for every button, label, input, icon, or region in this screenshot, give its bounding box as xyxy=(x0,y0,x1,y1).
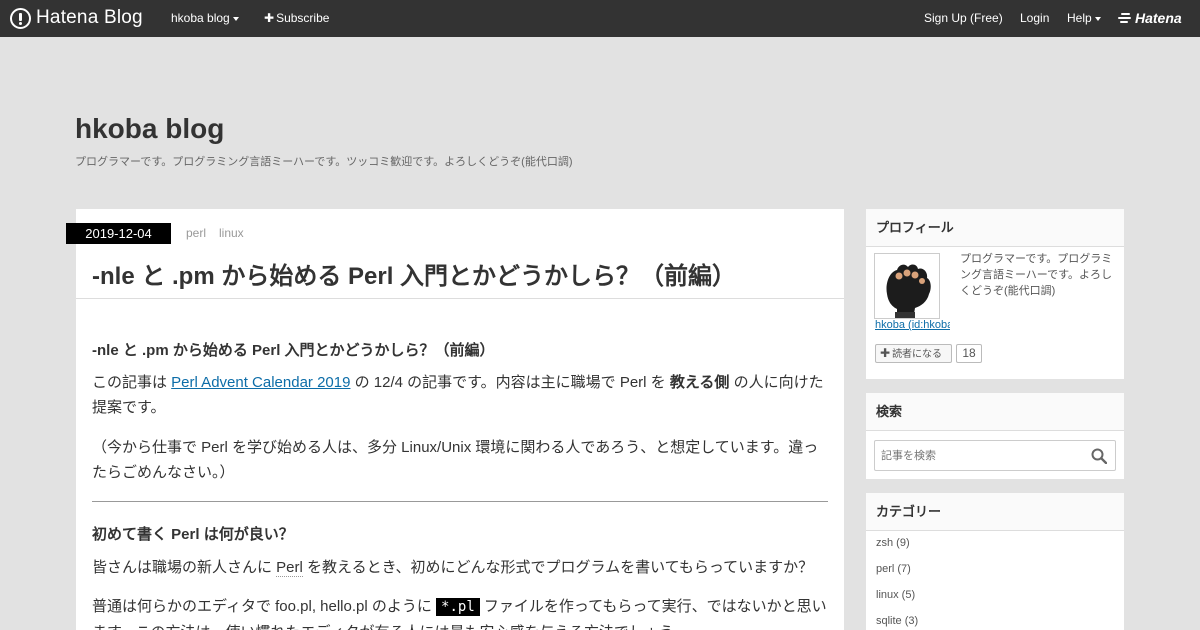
advent-calendar-link[interactable]: Perl Advent Calendar 2019 xyxy=(171,374,350,391)
help-label: Help xyxy=(1067,11,1092,25)
emphasis: 教える側 xyxy=(669,374,730,391)
brand-text: Hatena Blog xyxy=(36,7,143,28)
category-item-sqlite[interactable]: sqlite (3) xyxy=(876,615,918,627)
blog-title[interactable]: hkoba blog xyxy=(75,113,224,145)
paragraph-question: 皆さんは職場の新人さんに Perl を教えるとき、初めにどんな形式でプログラムを… xyxy=(92,555,828,580)
text: この記事は xyxy=(92,374,172,391)
hatena-blog-icon xyxy=(10,7,31,29)
divider xyxy=(76,298,844,299)
reader-count[interactable]: 18 xyxy=(956,344,982,363)
profile-module: プロフィール プログラマーです。プログラミング言語ミーハーです。よろしくどうぞ(… xyxy=(866,209,1124,379)
blog-menu-label: hkoba blog xyxy=(171,11,230,25)
category-item-perl[interactable]: perl (7) xyxy=(876,563,911,575)
category-module: カテゴリー zsh (9) perl (7) linux (5) sqlite … xyxy=(866,493,1124,630)
category-item-zsh[interactable]: zsh (9) xyxy=(876,537,910,549)
text: の 12/4 の記事です。内容は主に職場で Perl を xyxy=(350,374,670,391)
profile-heading: プロフィール xyxy=(866,209,1124,247)
inline-code: *.pl xyxy=(436,598,480,616)
search-icon[interactable] xyxy=(1091,448,1107,464)
help-dropdown[interactable]: Help xyxy=(1067,11,1101,25)
login-link[interactable]: Login xyxy=(1020,11,1049,25)
signup-link[interactable]: Sign Up (Free) xyxy=(924,11,1003,25)
search-module: 検索 xyxy=(866,393,1124,479)
perl-keyword-link[interactable]: Perl xyxy=(276,559,303,577)
avatar[interactable] xyxy=(874,253,940,319)
subscribe-button[interactable]: ✚ Subscribe xyxy=(264,11,329,25)
blog-description: プログラマーです。プログラミング言語ミーハーです。ツッコミ歓迎です。よろしくどう… xyxy=(75,156,573,168)
hatena-blog-logo[interactable]: Hatena Blog xyxy=(10,7,143,29)
blog-menu-dropdown[interactable]: hkoba blog xyxy=(171,11,239,25)
paragraph-intro: この記事は Perl Advent Calendar 2019 の 12/4 の… xyxy=(92,370,828,420)
category-heading: カテゴリー xyxy=(866,493,1124,531)
hatena-text: Hatena xyxy=(1135,10,1182,26)
category-item-linux[interactable]: linux (5) xyxy=(876,589,915,601)
hatena-bird-icon xyxy=(1118,12,1132,24)
hatena-logo[interactable]: Hatena xyxy=(1118,10,1182,26)
search-form xyxy=(874,440,1116,471)
entry-category-perl[interactable]: perl xyxy=(186,226,206,240)
caret-down-icon xyxy=(1094,16,1101,21)
search-heading: 検索 xyxy=(866,393,1124,431)
profile-id-link[interactable]: hkoba (id:hkoba) xyxy=(875,319,950,331)
subscribe-reader-button[interactable]: ✚ 読者になる xyxy=(875,344,952,363)
subscribe-label: Subscribe xyxy=(276,11,330,25)
entry-date[interactable]: 2019-12-04 xyxy=(66,223,171,244)
horizontal-rule xyxy=(92,501,828,502)
global-header: Hatena Blog hkoba blog ✚ Subscribe Sign U… xyxy=(0,0,1200,37)
text: 普通は何らかのエディタで foo.pl, hello.pl のように xyxy=(92,598,437,615)
section-heading: 初めて書く Perl は何が良い？ xyxy=(92,526,294,543)
entry-title[interactable]: -nle と .pm から始める Perl 入門とかどうかしら？（前編） xyxy=(92,256,736,291)
plus-icon: ✚ xyxy=(264,11,275,25)
profile-description: プログラマーです。プログラミング言語ミーハーです。よろしくどうぞ(能代口調) xyxy=(960,253,1113,297)
caret-down-icon xyxy=(232,16,239,21)
reader-button-label: 読者になる xyxy=(892,349,943,360)
text: 皆さんは職場の新人さんに xyxy=(92,559,277,576)
text: を教えるとき、初めにどんな形式でプログラムを書いてもらっていますか？ xyxy=(302,559,814,576)
entry-category-linux[interactable]: linux xyxy=(219,226,244,240)
section-heading: -nle と .pm から始める Perl 入門とかどうかしら？（前編） xyxy=(92,342,495,359)
search-input[interactable] xyxy=(875,441,1080,470)
paragraph-assumption: （今から仕事で Perl を学び始める人は、多分 Linux/Unix 環境に関… xyxy=(92,439,819,481)
paragraph-usual: 普通は何らかのエディタで foo.pl, hello.pl のように *.pl … xyxy=(92,594,828,630)
plus-icon: ✚ xyxy=(880,346,891,360)
glove-avatar-icon xyxy=(875,254,939,318)
